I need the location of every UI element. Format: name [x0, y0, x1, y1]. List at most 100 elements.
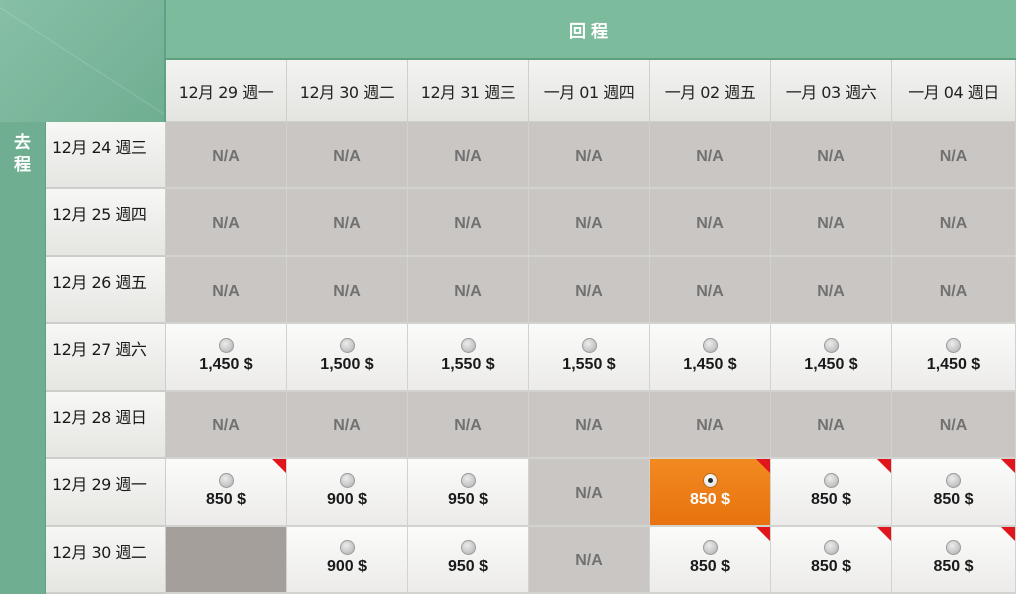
corner-cell: [0, 0, 166, 122]
na-label: N/A: [817, 147, 845, 165]
fare-price: 1,550 $: [562, 355, 616, 373]
na-label: N/A: [575, 552, 603, 570]
na-label: N/A: [939, 282, 968, 300]
na-label: N/A: [333, 147, 361, 165]
radio-button[interactable]: [460, 472, 476, 488]
fare-price: 900 $: [326, 558, 368, 576]
na-label: N/A: [939, 147, 968, 165]
na-label: N/A: [817, 417, 845, 435]
depart-label-char-2: 程: [14, 155, 31, 175]
fare-cell[interactable]: 1,550 $: [529, 324, 650, 392]
depart-label: 去 程: [0, 122, 46, 594]
radio-button[interactable]: [946, 472, 961, 488]
fare-cell[interactable]: 1,450 $: [771, 324, 892, 392]
return-date-header: 12月 29 週一: [166, 60, 287, 122]
fare-cell[interactable]: 900 $: [287, 459, 408, 527]
na-label: N/A: [575, 215, 603, 233]
radio-button[interactable]: [460, 337, 476, 353]
fare-price: 950 $: [447, 490, 489, 508]
fare-cell-unavailable: N/A: [529, 391, 650, 460]
fare-cell-unavailable: N/A: [650, 256, 771, 325]
fare-cell[interactable]: 1,450 $: [892, 324, 1016, 392]
fare-cell-unavailable: N/A: [529, 256, 650, 325]
na-label: N/A: [696, 215, 724, 233]
fare-cell[interactable]: 850 $: [166, 459, 287, 527]
fare-price: 1,450 $: [926, 355, 981, 373]
depart-date-label: 12月 27 週六: [46, 324, 166, 392]
return-header: 回程: [166, 0, 1016, 60]
na-label: N/A: [696, 417, 724, 435]
fare-cell[interactable]: 850 $: [892, 459, 1016, 527]
fare-cell-unavailable: N/A: [408, 122, 529, 190]
na-label: N/A: [939, 417, 968, 435]
na-label: N/A: [817, 282, 845, 300]
radio-checked-icon[interactable]: [702, 472, 718, 488]
red-corner-flag-icon: [877, 459, 891, 474]
fare-cell-unavailable: N/A: [287, 189, 408, 257]
na-label: N/A: [575, 484, 603, 502]
fare-price: 850 $: [933, 558, 974, 576]
fare-cell-unavailable: N/A: [650, 122, 771, 190]
fare-cell[interactable]: 850 $: [771, 459, 892, 527]
radio-button[interactable]: [581, 337, 597, 353]
red-corner-flag-icon: [877, 526, 891, 541]
fare-cell-unavailable: N/A: [166, 391, 287, 460]
radio-button[interactable]: [702, 540, 718, 556]
fare-cell[interactable]: 1,550 $: [408, 324, 529, 392]
fare-cell[interactable]: 850 $: [771, 526, 892, 594]
fare-cell[interactable]: 850 $: [650, 526, 771, 594]
fare-cell-unavailable: N/A: [166, 122, 287, 190]
na-label: N/A: [939, 215, 968, 233]
radio-button[interactable]: [460, 540, 476, 556]
red-corner-flag-icon: [756, 459, 770, 474]
na-label: N/A: [333, 282, 361, 300]
fare-price: 850 $: [933, 490, 974, 508]
na-label: N/A: [454, 282, 482, 300]
radio-button[interactable]: [946, 337, 961, 353]
radio-button[interactable]: [823, 540, 839, 556]
depart-label-char-1: 去: [14, 133, 31, 153]
fare-cell[interactable]: 950 $: [408, 526, 529, 594]
return-date-header: 一月 01 週四: [529, 60, 650, 122]
return-date-header: 12月 30 週二: [287, 60, 408, 122]
return-date-header: 一月 04 週日: [892, 60, 1016, 122]
radio-button[interactable]: [339, 337, 355, 353]
return-date-header: 一月 03 週六: [771, 60, 892, 122]
fare-cell[interactable]: 850 $: [892, 526, 1016, 594]
fare-price: 850 $: [689, 558, 731, 576]
radio-button[interactable]: [218, 337, 234, 353]
radio-button[interactable]: [218, 472, 234, 488]
depart-date-label: 12月 29 週一: [46, 459, 166, 527]
na-label: N/A: [212, 147, 240, 165]
na-label: N/A: [575, 417, 603, 435]
depart-date-label: 12月 30 週二: [46, 526, 166, 594]
radio-button[interactable]: [339, 472, 355, 488]
fare-cell[interactable]: 950 $: [408, 459, 529, 527]
na-label: N/A: [212, 215, 240, 233]
radio-button[interactable]: [823, 337, 839, 353]
na-label: N/A: [696, 282, 724, 300]
fare-price: 900 $: [326, 490, 368, 508]
fare-cell-unavailable: N/A: [892, 122, 1016, 190]
fare-cell[interactable]: 1,450 $: [650, 324, 771, 392]
radio-button[interactable]: [823, 472, 839, 488]
na-label: N/A: [333, 215, 361, 233]
radio-button[interactable]: [339, 540, 355, 556]
na-label: N/A: [575, 147, 603, 165]
radio-button[interactable]: [702, 337, 718, 353]
radio-button[interactable]: [946, 540, 961, 556]
fare-cell-unavailable: N/A: [650, 189, 771, 257]
fare-cell[interactable]: 900 $: [287, 526, 408, 594]
fare-price: 850 $: [689, 490, 731, 508]
red-corner-flag-icon: [272, 459, 286, 474]
fare-cell-unavailable: N/A: [892, 391, 1016, 460]
fare-cell[interactable]: 1,450 $: [166, 324, 287, 392]
fare-cell-selected[interactable]: 850 $: [650, 459, 771, 527]
fare-cell[interactable]: 1,500 $: [287, 324, 408, 392]
return-date-header: 一月 02 週五: [650, 60, 771, 122]
na-label: N/A: [212, 282, 240, 300]
depart-date-label: 12月 26 週五: [46, 256, 166, 325]
fare-cell-unavailable: N/A: [529, 526, 650, 594]
fare-price: 1,550 $: [441, 355, 495, 373]
fare-cell-unavailable: N/A: [771, 189, 892, 257]
